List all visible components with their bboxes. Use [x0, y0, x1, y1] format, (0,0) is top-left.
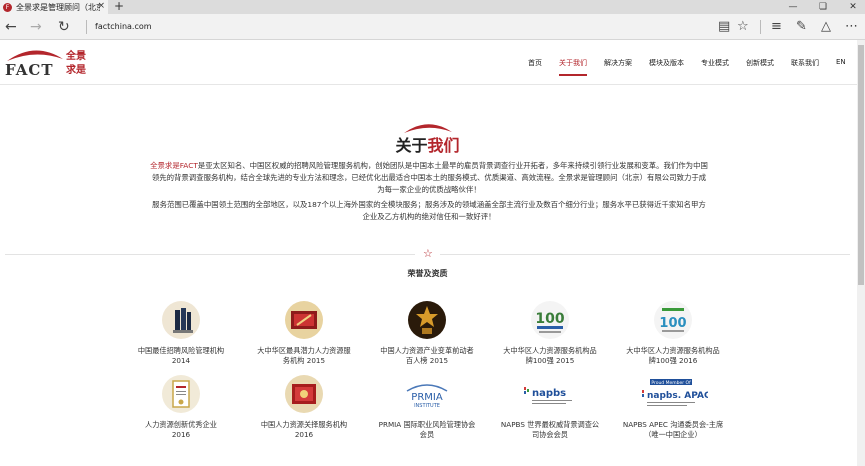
address-bar: ← → ↻ factchina.com ▤ ☆ ≡ ✎ △ ⋯ [0, 14, 865, 40]
certificate-icon [162, 375, 200, 413]
divider-right [440, 254, 850, 255]
scroll-thumb[interactable] [858, 45, 864, 285]
star-trophy-icon [408, 301, 446, 339]
menu-pro-mode[interactable]: 专业模式 [701, 58, 729, 68]
about-title-part2: 我们 [427, 136, 460, 155]
menu-about[interactable]: 关于我们 [559, 58, 587, 76]
top100-badge-icon: 100 [531, 301, 569, 339]
award-caption-line2: 牌100强 2016 [648, 356, 698, 365]
hub-icon[interactable]: ≡ [771, 19, 782, 35]
award-item: 人力资源创新优秀企业 2016 [121, 375, 241, 440]
tab-close-icon[interactable]: × [97, 1, 105, 11]
web-note-icon[interactable]: ✎ [796, 19, 807, 35]
trophy-icon [162, 301, 200, 339]
about-paragraph-1-text: 是亚太区知名、中国区权威的招聘风险管理服务机构，创始团队是中国本土最早的雇员背景… [151, 161, 708, 194]
minimize-icon[interactable]: — [780, 0, 806, 14]
award-caption-line1: 大中华区最具潜力人力资源服 [257, 346, 351, 355]
main-menu: 首页 关于我们 解决方案 模块及版本 专业模式 创新模式 联系我们 EN [528, 58, 863, 76]
forward-arrow-icon[interactable]: → [30, 19, 42, 35]
napbs-apac-text: napbs. APAC [647, 391, 708, 401]
award-caption-line2: 百人榜 2015 [405, 356, 449, 365]
back-arrow-icon[interactable]: ← [5, 19, 17, 35]
award-item: 大中华区最具潜力人力资源服 务机构 2015 [244, 301, 364, 366]
menu-modules[interactable]: 模块及版本 [649, 58, 684, 68]
more-icon[interactable]: ⋯ [845, 19, 858, 35]
about-title: 关于我们 [0, 132, 855, 156]
award-item: PRMIA INSTITUTE PRMIA 国际职业风险管理协会 会员 [367, 375, 487, 440]
tab-title: 全景求是管理顾问（北京 [16, 2, 100, 12]
award-caption-line1: PRMIA 国际职业风险管理协会 [378, 420, 476, 429]
star-icon: ☆ [423, 247, 433, 260]
share-icon[interactable]: △ [821, 19, 831, 35]
prmia-text: PRMIA [411, 392, 443, 403]
plaque-icon [285, 301, 323, 339]
award-caption-line2: （唯一中国企业） [644, 430, 702, 439]
menu-english[interactable]: EN [836, 58, 846, 68]
site-favicon-icon: F [3, 2, 12, 12]
napbs-logo: napbs [520, 375, 580, 413]
award-caption-line1: 中国最佳招聘风险管理机构 [137, 346, 225, 355]
award-caption-line1: 中国人力资源产业变革前动者 [380, 346, 474, 355]
award-item: 中国人力资源关择服务机构 2016 [244, 375, 364, 440]
reading-view-icon[interactable]: ▤ [718, 19, 730, 35]
top100-text: 100 [535, 311, 564, 327]
award-caption-line1: 大中华区人力资源服务机构品 [503, 346, 597, 355]
browser-tab[interactable]: F 全景求是管理顾问（北京 × [0, 0, 108, 14]
prmia-sub-text: INSTITUTE [414, 403, 440, 409]
award-caption-line2: 2014 [171, 356, 191, 365]
browser-titlebar: F 全景求是管理顾问（北京 × + — ❏ ✕ [0, 0, 865, 14]
award-caption-line1: 大中华区人力资源服务机构品 [626, 346, 720, 355]
award-caption-line2: 牌100强 2015 [525, 356, 575, 365]
award-caption-line1: NAPBS 世界最权威背景调查公 [500, 420, 600, 429]
top100-text: 100 [659, 316, 686, 331]
award-caption-line1: NAPBS APEC 沟通委员会-主席 [622, 420, 724, 429]
about-paragraph-1: 全景求是FACT是亚太区知名、中国区权威的招聘风险管理服务机构，创始团队是中国本… [149, 160, 709, 196]
url-field[interactable]: factchina.com [95, 22, 152, 31]
award-caption-line2: 2016 [171, 430, 191, 439]
logo-cn-line2: 求是 [66, 65, 86, 76]
url-separator [86, 20, 87, 34]
award-caption-line1: 中国人力资源关择服务机构 [260, 420, 348, 429]
logo-cn-text: 全景 求是 [66, 50, 86, 78]
proud-member-text: Proud Member Of [651, 380, 691, 386]
menu-innovation[interactable]: 创新模式 [746, 58, 774, 68]
award-caption-line1: 人力资源创新优秀企业 [145, 420, 217, 429]
favorite-star-icon[interactable]: ☆ [737, 19, 749, 35]
about-paragraph-2: 服务范围已覆盖中国领土范围的全部地区，以及187个以上海外国家的全模块服务；服务… [152, 200, 706, 221]
award-item: 100 大中华区人力资源服务机构品 牌100强 2015 [490, 301, 610, 366]
divider-left [5, 254, 415, 255]
close-window-icon[interactable]: ✕ [840, 0, 865, 14]
award-caption-line2: 2016 [294, 430, 314, 439]
toolbar-separator [760, 20, 761, 34]
refresh-icon[interactable]: ↻ [58, 19, 70, 35]
logo-fact-text: FACT [5, 61, 54, 79]
about-title-part1: 关于 [395, 136, 428, 155]
award-caption-line2: 务机构 2015 [282, 356, 326, 365]
fact-logo[interactable]: FACT 全景 求是 [5, 47, 95, 81]
brand-name: 全景求是FACT [150, 161, 198, 170]
menu-home[interactable]: 首页 [528, 58, 542, 68]
napbs-text: napbs [532, 388, 566, 399]
site-header: FACT 全景 求是 首页 关于我们 解决方案 模块及版本 专业模式 创新模式 … [0, 40, 865, 85]
logo-cn-line1: 全景 [66, 51, 86, 62]
page-scrollbar[interactable] [857, 40, 865, 466]
menu-solutions[interactable]: 解决方案 [604, 58, 632, 68]
napbs-apac-logo: Proud Member Of napbs. APAC [638, 375, 708, 413]
award-item: 中国最佳招聘风险管理机构 2014 [121, 301, 241, 366]
award-item: 中国人力资源产业变革前动者 百人榜 2015 [367, 301, 487, 366]
honors-title: 荣誉及资质 [407, 269, 448, 278]
award-caption-line2: 司协会会员 [532, 430, 568, 439]
top100-2016-badge-icon: 100 [654, 301, 692, 339]
award-item: napbs NAPBS 世界最权威背景调查公 司协会会员 [490, 375, 610, 440]
red-plaque-icon [285, 375, 323, 413]
award-item: Proud Member Of napbs. APAC NAPBS APEC 沟通… [613, 375, 733, 440]
award-caption-line2: 会员 [419, 430, 435, 439]
award-item: 100 大中华区人力资源服务机构品 牌100强 2016 [613, 301, 733, 366]
restore-icon[interactable]: ❏ [810, 0, 836, 14]
new-tab-button[interactable]: + [114, 0, 124, 13]
prmia-logo: PRMIA INSTITUTE [397, 375, 457, 413]
menu-contact[interactable]: 联系我们 [791, 58, 819, 68]
